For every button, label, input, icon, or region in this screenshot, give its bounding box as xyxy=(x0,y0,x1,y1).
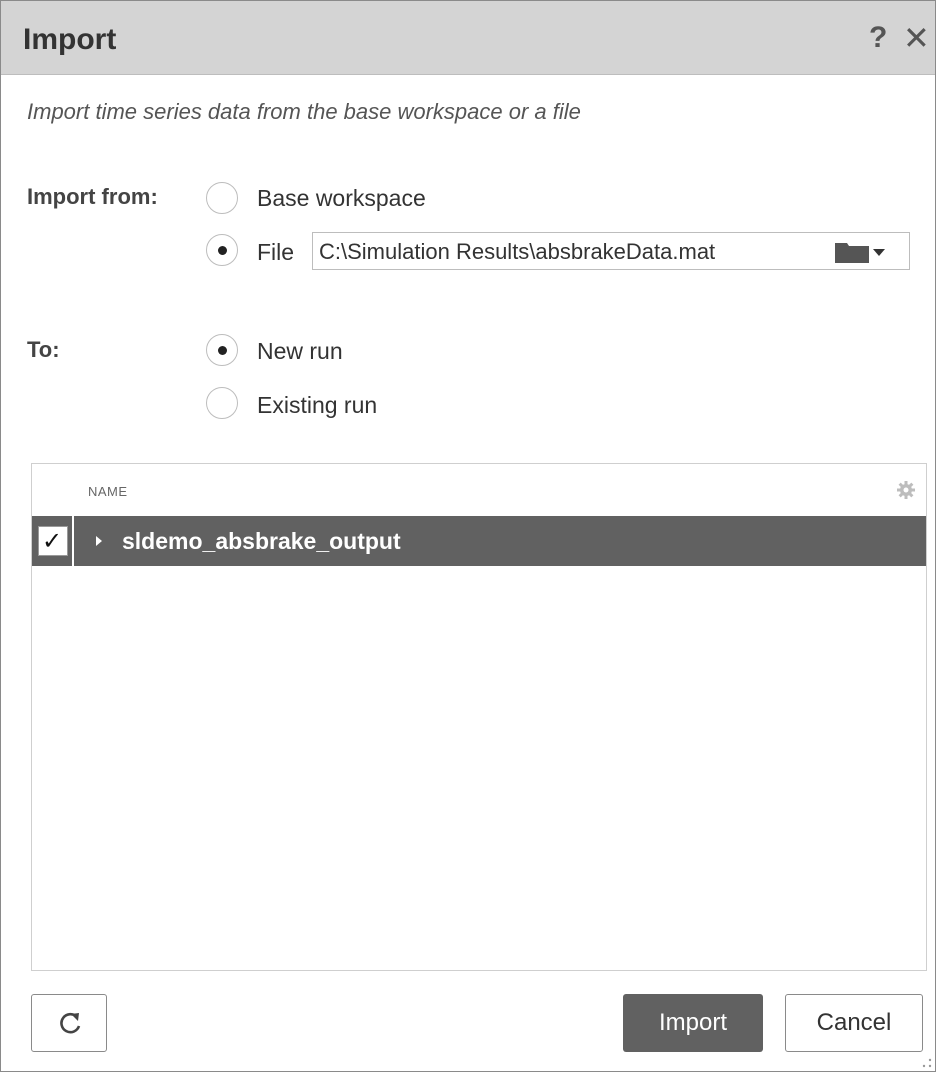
chevron-down-icon xyxy=(873,249,885,256)
variables-table: NAME ✓ sldemo_absbrake_output xyxy=(31,463,927,971)
row-check-cell: ✓ xyxy=(32,516,74,566)
check-icon: ✓ xyxy=(42,527,63,555)
dialog-description: Import time series data from the base wo… xyxy=(27,99,581,124)
import-button[interactable]: Import xyxy=(623,994,763,1052)
folder-icon xyxy=(835,243,869,263)
dialog-title: Import xyxy=(23,23,117,56)
radio-base-workspace-label: Base workspace xyxy=(257,185,426,211)
table-row[interactable]: ✓ sldemo_absbrake_output xyxy=(32,516,926,566)
import-dialog: Import ? ✕ Import time series data from … xyxy=(0,0,936,1072)
file-path-value: C:\Simulation Results\absbrakeData.mat xyxy=(319,239,716,264)
radio-base-workspace[interactable] xyxy=(206,182,238,214)
refresh-icon xyxy=(60,1012,81,1034)
column-header-name[interactable]: NAME xyxy=(88,484,128,499)
resize-grip-icon[interactable] xyxy=(921,1057,933,1069)
row-checkbox[interactable]: ✓ xyxy=(38,526,68,556)
radio-new-run-label: New run xyxy=(257,338,343,364)
close-button[interactable]: ✕ xyxy=(903,22,930,54)
file-path-field[interactable]: C:\Simulation Results\absbrakeData.mat xyxy=(312,232,910,270)
dialog-titlebar: Import ? ✕ xyxy=(1,1,935,75)
radio-existing-run-label: Existing run xyxy=(257,392,378,418)
import-from-label: Import from: xyxy=(27,184,158,209)
browse-dropdown-button[interactable] xyxy=(835,240,895,264)
to-label: To: xyxy=(27,337,60,362)
radio-existing-run[interactable] xyxy=(206,387,238,419)
cancel-button[interactable]: Cancel xyxy=(785,994,923,1052)
help-button[interactable]: ? xyxy=(869,23,887,53)
gear-icon[interactable] xyxy=(896,480,916,500)
radio-file[interactable] xyxy=(206,234,238,266)
expand-arrow-icon[interactable] xyxy=(96,536,102,546)
refresh-button[interactable] xyxy=(31,994,107,1052)
radio-new-run[interactable] xyxy=(206,334,238,366)
row-name: sldemo_absbrake_output xyxy=(122,528,401,554)
radio-file-label: File xyxy=(257,239,295,265)
